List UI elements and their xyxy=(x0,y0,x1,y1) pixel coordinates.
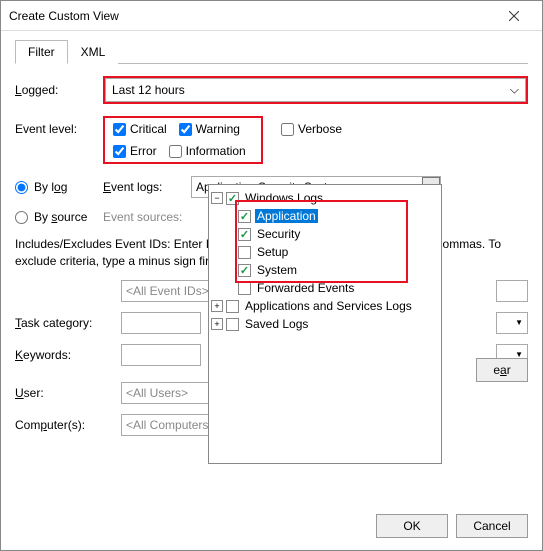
eventlogs-tree[interactable]: − Windows Logs Application Security Setu… xyxy=(208,184,442,464)
chevron-down-icon: ⌵ xyxy=(510,83,519,98)
tab-filter[interactable]: Filter xyxy=(15,40,68,64)
tree-node-application[interactable]: Application xyxy=(211,207,439,225)
tree-node-apps-services[interactable]: + Applications and Services Logs xyxy=(211,297,439,315)
computers-label: Computer(s): xyxy=(15,418,121,432)
tree-label: System xyxy=(255,263,299,277)
titlebar: Create Custom View xyxy=(1,1,542,31)
dialog-buttons: OK Cancel xyxy=(376,514,528,538)
eventlogs-label: Event logs: xyxy=(103,180,191,194)
bysource-radio[interactable]: By source xyxy=(15,210,103,224)
tree-label: Saved Logs xyxy=(243,317,310,331)
triangle-down-icon: ▼ xyxy=(515,318,523,327)
warning-checkbox[interactable]: Warning xyxy=(179,122,240,136)
bylog-radio[interactable]: By log xyxy=(15,180,103,194)
logged-value: Last 12 hours xyxy=(112,83,185,97)
error-checkbox[interactable]: Error xyxy=(113,144,157,158)
tree-label: Setup xyxy=(255,245,290,259)
verbose-checkbox[interactable]: Verbose xyxy=(281,116,342,136)
tree-node-security[interactable]: Security xyxy=(211,225,439,243)
tree-label: Forwarded Events xyxy=(255,281,356,295)
tree-checkbox[interactable] xyxy=(226,318,239,331)
tree-checkbox[interactable] xyxy=(238,264,251,277)
tab-bar: Filter XML xyxy=(15,39,528,64)
keywords-label: Keywords: xyxy=(15,348,121,362)
critical-checkbox[interactable]: Critical xyxy=(113,122,167,136)
keywords-input[interactable] xyxy=(121,344,201,366)
tree-checkbox[interactable] xyxy=(238,282,251,295)
ok-button[interactable]: OK xyxy=(376,514,448,538)
tree-checkbox[interactable] xyxy=(238,210,251,223)
tree-checkbox[interactable] xyxy=(226,192,239,205)
logged-row: Logged: Last 12 hours ⌵ xyxy=(15,76,528,104)
eventsources-label: Event sources: xyxy=(103,210,191,224)
clear-button[interactable]: ear xyxy=(476,358,528,382)
cancel-button[interactable]: Cancel xyxy=(456,514,528,538)
information-checkbox[interactable]: Information xyxy=(169,144,246,158)
close-button[interactable] xyxy=(494,2,534,30)
level-highlight: Critical Warning Error Information xyxy=(103,116,263,164)
expand-icon[interactable]: + xyxy=(211,300,223,312)
clear-wrap: ear xyxy=(476,358,528,382)
tree-node-setup[interactable]: Setup xyxy=(211,243,439,261)
tree-label: Windows Logs xyxy=(243,191,325,205)
eventlevel-label: Event level: xyxy=(15,116,103,136)
task-label: Task category: xyxy=(15,316,121,330)
logged-label: Logged: xyxy=(15,83,103,97)
collapse-icon[interactable]: − xyxy=(211,192,223,204)
expand-icon[interactable]: + xyxy=(211,318,223,330)
user-label: User: xyxy=(15,386,121,400)
tree-node-windows-logs[interactable]: − Windows Logs xyxy=(211,189,439,207)
tree-node-saved-logs[interactable]: + Saved Logs xyxy=(211,315,439,333)
tab-xml[interactable]: XML xyxy=(68,40,119,64)
task-input[interactable] xyxy=(121,312,201,334)
level-row-2: Error Information xyxy=(113,144,253,158)
task-dropdown[interactable]: ▼ xyxy=(496,312,528,334)
tree-node-system[interactable]: System xyxy=(211,261,439,279)
level-row-1: Critical Warning xyxy=(113,122,253,136)
tree-checkbox[interactable] xyxy=(238,228,251,241)
tree-label: Security xyxy=(255,227,302,241)
eventlevel-row: Event level: Critical Warning Error Info… xyxy=(15,116,528,164)
logged-dropdown[interactable]: Last 12 hours ⌵ xyxy=(105,78,526,102)
tree-checkbox[interactable] xyxy=(226,300,239,313)
close-icon xyxy=(509,11,519,21)
logged-highlight: Last 12 hours ⌵ xyxy=(103,76,528,104)
window-title: Create Custom View xyxy=(9,9,494,23)
tree-label: Applications and Services Logs xyxy=(243,299,414,313)
tree-checkbox[interactable] xyxy=(238,246,251,259)
dialog-window: Create Custom View Filter XML Logged: La… xyxy=(0,0,543,551)
tree-label: Application xyxy=(255,209,318,223)
eventids-extra-input[interactable] xyxy=(496,280,528,302)
tree-node-forwarded[interactable]: Forwarded Events xyxy=(211,279,439,297)
